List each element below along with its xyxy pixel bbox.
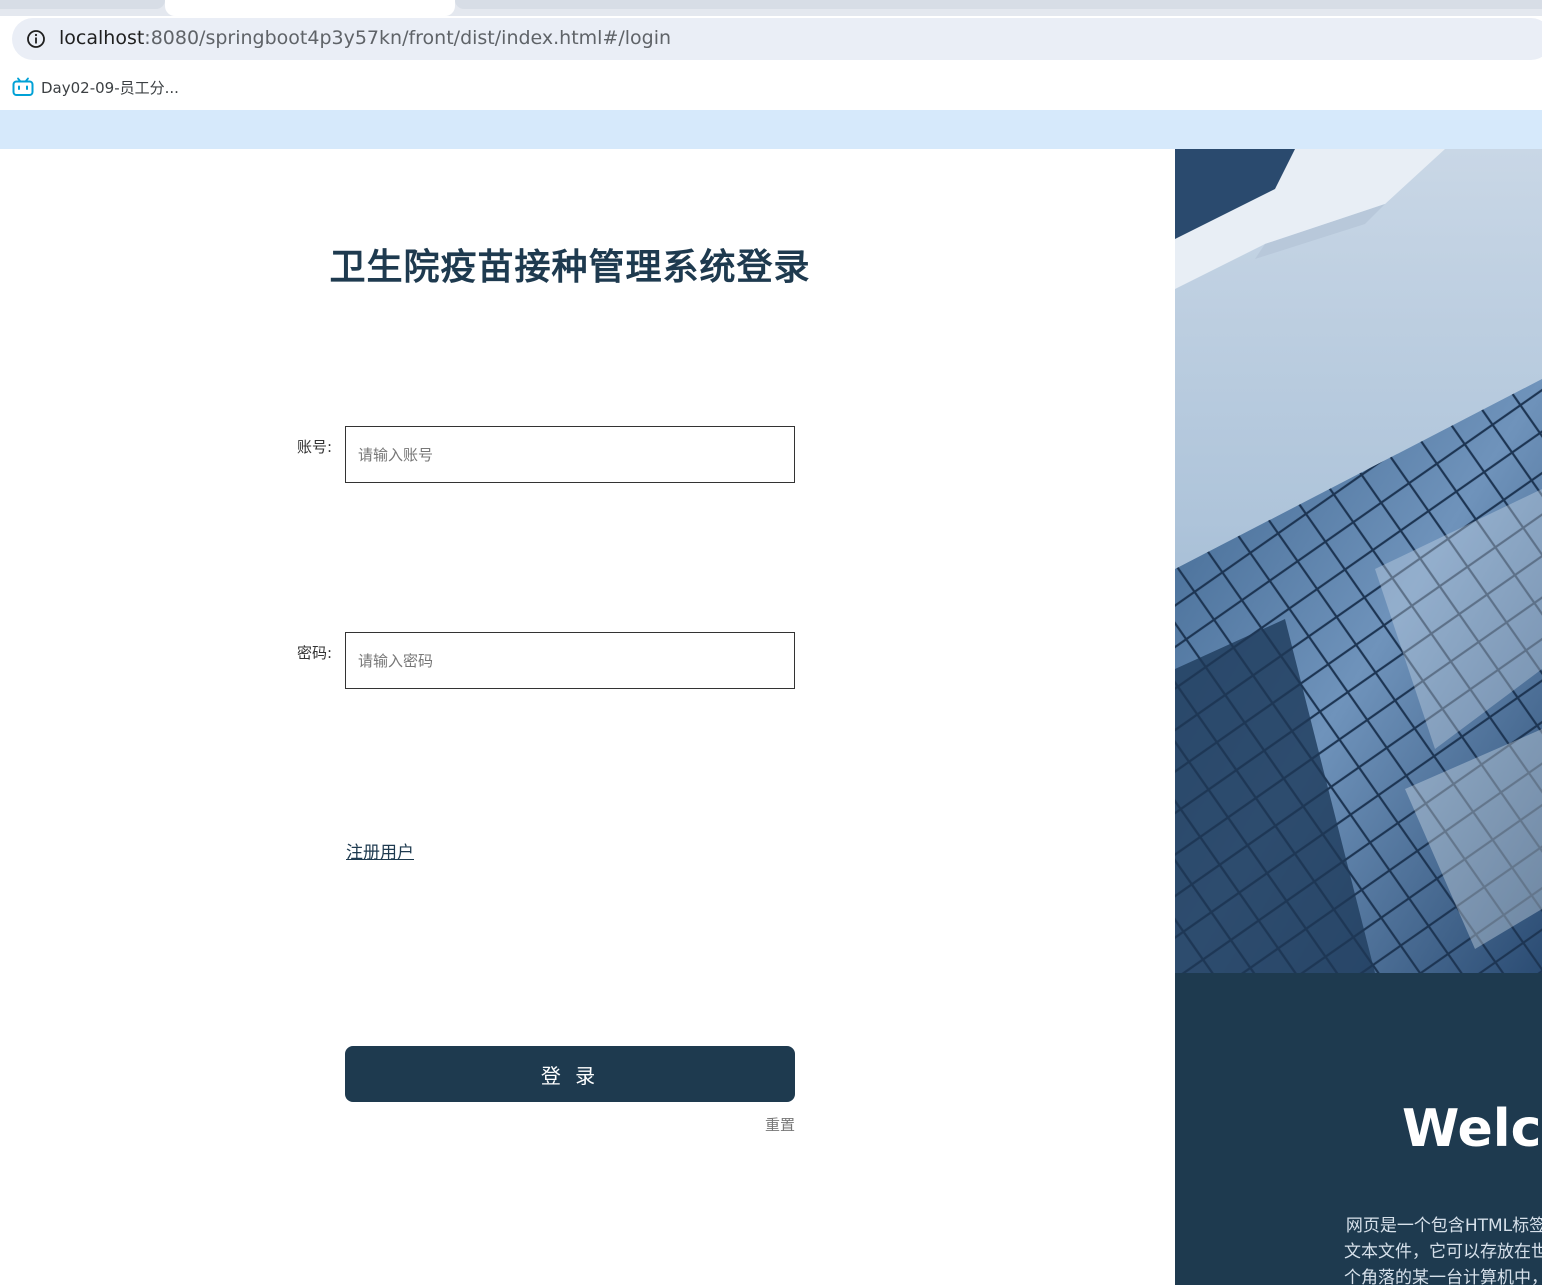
browser-tab-inactive[interactable]	[0, 0, 165, 9]
address-url[interactable]: localhost:8080/springboot4p3y57kn/front/…	[59, 27, 671, 49]
welcome-description: 网页是一个包含HTML标签的纯文本文件，它可以存放在世界某个角落的某一台计算机中…	[1344, 1216, 1542, 1285]
page-title: 卫生院疫苗接种管理系统登录	[329, 247, 811, 288]
account-label: 账号:	[297, 438, 333, 456]
url-path: :8080/springboot4p3y57kn/front/dist/inde…	[144, 27, 672, 49]
account-input[interactable]	[345, 426, 795, 483]
browser-toolbar: localhost:8080/springboot4p3y57kn/front/…	[0, 16, 1542, 66]
password-label: 密码:	[297, 644, 333, 662]
reset-button[interactable]: 重置	[740, 1113, 795, 1135]
bookmark-item[interactable]: Day02-09-员工分...	[12, 75, 179, 99]
bookmarks-bar: Day02-09-员工分...	[0, 66, 1542, 110]
browser-tab-inactive-right[interactable]	[455, 0, 1542, 9]
welcome-panel: Welcome 网页是一个包含HTML标签的纯文本文件，它可以存放在世界某个角落…	[1175, 149, 1542, 1285]
building-image	[1175, 149, 1542, 973]
login-button[interactable]: 登 录	[345, 1046, 795, 1102]
browser-tab-strip	[0, 0, 1542, 16]
info-icon[interactable]	[26, 29, 46, 49]
bilibili-icon	[12, 77, 34, 96]
bookmark-label: Day02-09-员工分...	[41, 78, 179, 97]
url-host: localhost	[59, 27, 145, 49]
page-top-bar	[0, 110, 1542, 149]
address-bar[interactable]: localhost:8080/springboot4p3y57kn/front/…	[12, 18, 1542, 60]
browser-tab-active[interactable]	[165, 0, 455, 16]
register-link[interactable]: 注册用户	[346, 838, 414, 863]
password-input[interactable]	[345, 632, 795, 689]
welcome-heading: Welcome	[1402, 1099, 1542, 1159]
